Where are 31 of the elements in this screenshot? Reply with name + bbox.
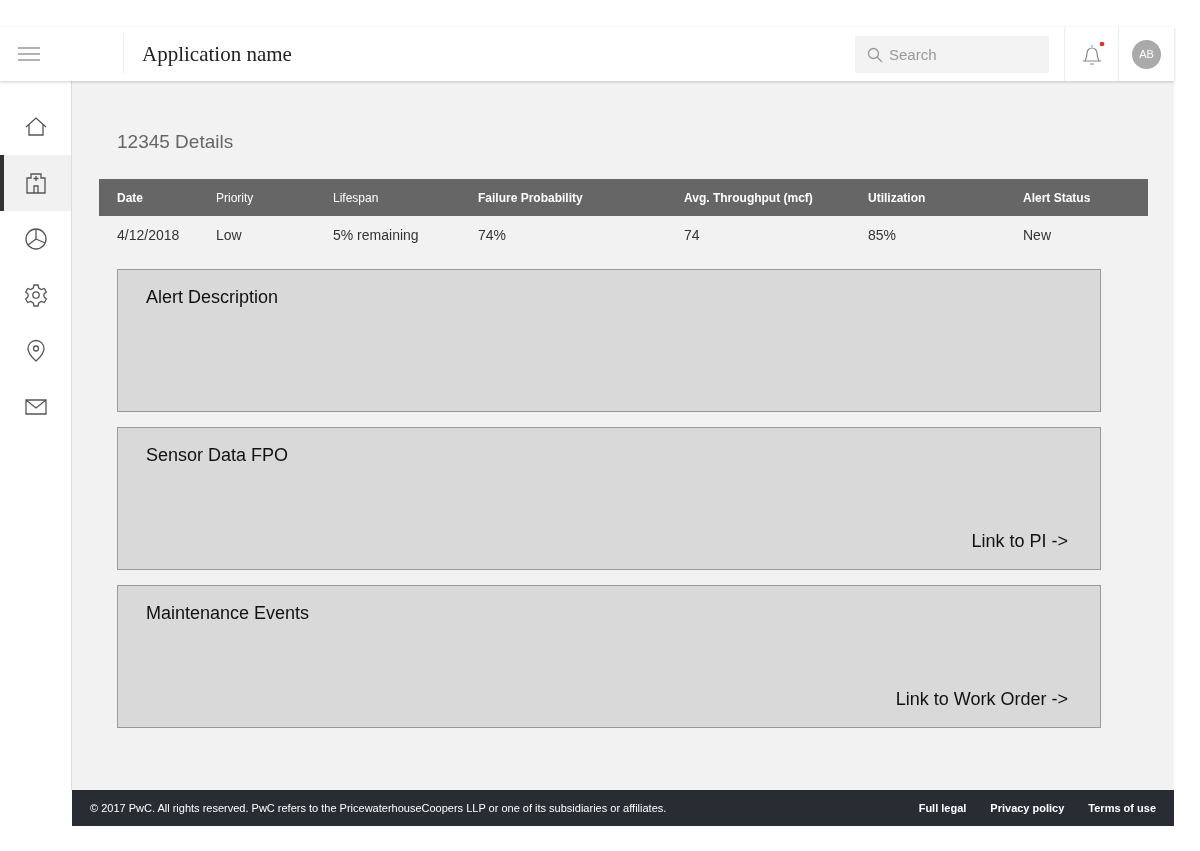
sidebar-item[interactable] — [0, 155, 71, 211]
column-header: Priority — [216, 190, 255, 205]
settings-icon — [23, 283, 48, 307]
building-icon — [23, 171, 48, 195]
page-title: 12345 Details — [117, 131, 235, 153]
table-cell-text: 5% remaining — [333, 227, 420, 243]
column-header: Avg. Throughput (mcf) — [684, 190, 814, 205]
pie-chart-icon — [23, 227, 48, 251]
column-header: Utilization — [868, 190, 927, 205]
panel-link[interactable]: Link to Work Order -> — [895, 689, 1068, 710]
column-header: Date — [117, 190, 144, 205]
panel-title: Alert Description — [146, 287, 279, 308]
table-cell-text: 4/12/2018 — [117, 227, 181, 243]
table-cell-text: 74% — [478, 227, 508, 243]
column-header: Lifespan — [333, 190, 380, 205]
menu-icon — [16, 47, 41, 61]
panel-link[interactable]: Link to PI -> — [971, 531, 1068, 552]
table-cell-text: New — [1023, 227, 1052, 243]
column-header: Failure Probability — [478, 190, 584, 205]
footer-link[interactable]: Privacy policy — [990, 802, 1065, 814]
footer-link[interactable]: Full legal — [918, 802, 967, 814]
footer-link[interactable]: Terms of use — [1088, 802, 1156, 814]
table-cell-text: 74 — [684, 227, 701, 243]
panel-title: Sensor Data FPO — [146, 445, 289, 466]
home-icon — [23, 115, 48, 139]
table-cell-text: Low — [216, 227, 243, 243]
copyright-text: © 2017 PwC. All rights reserved. PwC refers to the PricewaterhouseCoopers LLP or one of its subsidiaries or affiliates. — [90, 802, 667, 814]
search-field[interactable]: Search — [855, 35, 1049, 73]
panel-title: Maintenance Events — [146, 603, 310, 624]
column-header: Alert Status — [1023, 190, 1092, 205]
table-cell-text: 85% — [868, 227, 898, 243]
